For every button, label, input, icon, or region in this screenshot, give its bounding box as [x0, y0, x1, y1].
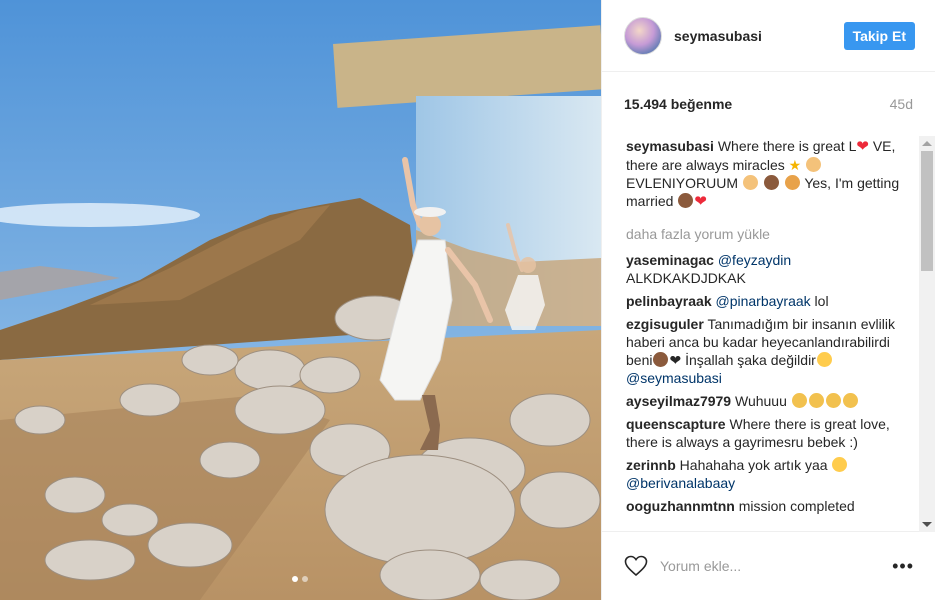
load-more-comments[interactable]: daha fazla yorum yükle — [626, 226, 920, 242]
follow-button[interactable]: Takip Et — [843, 21, 915, 50]
red-heart-emoji: ❤ — [856, 138, 869, 155]
comment-text: lol — [814, 293, 829, 309]
comment: pelinbayraak @pinarbayraak lol — [626, 292, 920, 310]
scrollbar-thumb[interactable] — [921, 151, 933, 271]
caption-text-3: EVLENIYORUUM — [626, 175, 739, 191]
comment-username[interactable]: ooguzhannmtnn — [626, 498, 735, 514]
comment-input[interactable]: Yorum ekle... — [660, 558, 892, 574]
add-comment-bar: Yorum ekle... ••• — [602, 532, 935, 600]
comment-text: Hahahaha yok artık yaa — [679, 457, 828, 473]
post-stats: 15.494 beğenme 45d — [602, 72, 935, 136]
carousel-dot-2[interactable] — [302, 576, 308, 582]
couple-emoji — [806, 157, 822, 172]
comment-username[interactable]: queenscapture — [626, 416, 726, 432]
comments-list[interactable]: seymasubasi Where there is great L❤ VE, … — [602, 136, 935, 532]
caption-text-1: Where there is great L — [717, 138, 857, 154]
clap-emoji — [791, 393, 807, 408]
comment-text: Wuhuuu — [734, 393, 787, 409]
black-heart-emoji: ❤ — [669, 352, 682, 368]
comments-scrollbar[interactable] — [919, 136, 935, 532]
clap-emoji — [825, 393, 841, 408]
comment-text: mission completed — [738, 498, 855, 514]
couple-emoji — [742, 175, 758, 190]
comment-username[interactable]: yaseminagac — [626, 252, 714, 268]
comment-mention[interactable]: @berivanalabaay — [626, 475, 735, 491]
caption: seymasubasi Where there is great L❤ VE, … — [626, 136, 920, 211]
comment: zerinnb Hahahaha yok artık yaa @berivana… — [626, 456, 920, 492]
clap-emoji — [808, 393, 824, 408]
monkey-emoji — [763, 175, 779, 190]
desert-photo-illustration — [0, 0, 601, 600]
couple-emoji — [784, 175, 800, 190]
post-sidebar: seymasubasi Takip Et 15.494 beğenme 45d … — [601, 0, 935, 600]
carousel-dot-1[interactable] — [292, 576, 298, 582]
caption-username[interactable]: seymasubasi — [626, 138, 714, 154]
post-photo[interactable] — [0, 0, 601, 600]
star-emoji: ★ — [788, 157, 802, 173]
laugh-emoji — [832, 457, 848, 472]
comment-mention[interactable]: @feyzaydin — [718, 252, 791, 268]
comment: queenscapture Where there is great love,… — [626, 415, 920, 451]
comment-username[interactable]: pelinbayraak — [626, 293, 712, 309]
comment: ooguzhannmtnn mission completed — [626, 497, 920, 515]
avatar[interactable] — [624, 16, 662, 55]
heart-outline-icon[interactable] — [624, 555, 648, 577]
monkey-emoji — [653, 352, 669, 367]
more-options-icon[interactable]: ••• — [892, 556, 914, 577]
instagram-post: seymasubasi Takip Et 15.494 beğenme 45d … — [0, 0, 935, 600]
comment-text-2: İnşallah şaka değildir — [685, 352, 816, 368]
comment-username[interactable]: zerinnb — [626, 457, 676, 473]
comment: ezgisuguler Tanımadığım bir insanın evli… — [626, 315, 920, 387]
scroll-up-arrow-icon[interactable] — [922, 141, 932, 146]
post-age[interactable]: 45d — [890, 96, 913, 112]
red-heart-emoji: ❤ — [694, 193, 707, 210]
header-username[interactable]: seymasubasi — [674, 28, 844, 44]
scroll-down-arrow-icon[interactable] — [922, 522, 932, 527]
comment: ayseyilmaz7979 Wuhuuu — [626, 392, 920, 410]
comment-mention[interactable]: @pinarbayraak — [716, 293, 811, 309]
carousel-indicator — [292, 576, 308, 582]
comment-mention[interactable]: @seymasubasi — [626, 370, 722, 386]
comment-username[interactable]: ayseyilmaz7979 — [626, 393, 731, 409]
comment: yaseminagac @feyzaydin ALKDKAKDJDKAK — [626, 251, 920, 287]
clap-emoji — [842, 393, 858, 408]
comment-text: ALKDKAKDJDKAK — [626, 270, 746, 286]
post-header: seymasubasi Takip Et — [602, 0, 935, 72]
comment-username[interactable]: ezgisuguler — [626, 316, 704, 332]
likes-count[interactable]: 15.494 beğenme — [624, 96, 732, 112]
monkey-emoji — [678, 193, 694, 208]
flushed-face-emoji — [816, 352, 832, 367]
